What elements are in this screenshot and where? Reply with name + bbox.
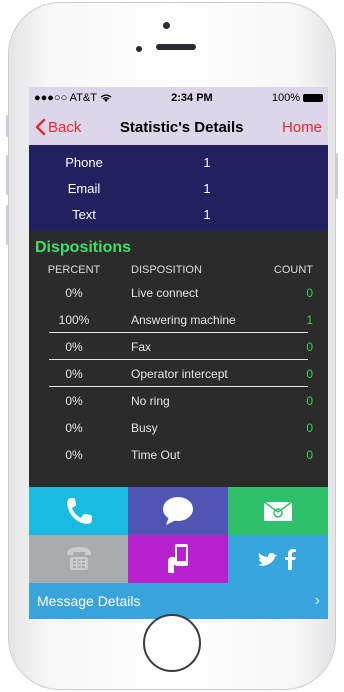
carrier-group: ●●●○○ AT&T — [34, 92, 112, 104]
row-count: 0 — [306, 285, 313, 300]
social-tile[interactable] — [228, 535, 328, 583]
row-percent: 0% — [65, 447, 83, 462]
row-count: 1 — [306, 312, 313, 327]
telephone-keypad-icon — [66, 547, 91, 570]
row-disposition: Live connect — [131, 285, 199, 300]
message-details-label: Message Details — [37, 593, 141, 609]
chevron-right-icon: › — [314, 592, 320, 609]
row-disposition: Time Out — [131, 447, 180, 462]
table-row: 100% Answering machine 1 — [29, 306, 328, 333]
header-percent: PERCENT — [47, 264, 101, 276]
summary-value: 1 — [203, 180, 211, 196]
row-disposition: Operator intercept — [131, 366, 228, 381]
dispositions-heading: Dispositions — [35, 239, 132, 256]
wifi-icon — [100, 93, 112, 102]
chevron-left-icon — [35, 118, 46, 136]
table-header: PERCENT DISPOSITION COUNT — [29, 261, 328, 279]
summary-label: Phone — [65, 154, 103, 170]
row-disposition: Fax — [131, 339, 152, 354]
row-disposition: No ring — [131, 393, 170, 408]
row-disposition: Answering machine — [131, 312, 236, 327]
battery-percent: 100% — [271, 92, 300, 104]
back-button[interactable]: Back — [35, 118, 81, 136]
table-row: 0% No ring 0 — [29, 387, 328, 414]
row-count: 0 — [306, 447, 313, 462]
summary-row-text: Text 1 — [29, 201, 328, 227]
row-percent: 0% — [65, 420, 83, 435]
twitter-facebook-icon — [258, 549, 296, 570]
power-button — [335, 153, 338, 199]
row-percent: 100% — [58, 312, 90, 327]
call-tile[interactable] — [29, 487, 128, 535]
mobile-hand-icon — [168, 544, 188, 573]
volume-down-button — [6, 205, 9, 245]
row-count: 0 — [306, 366, 313, 381]
summary-value: 1 — [203, 206, 211, 222]
table-row: 0% Operator intercept 0 — [29, 360, 328, 387]
summary-label: Email — [67, 180, 101, 196]
back-label: Back — [48, 118, 82, 136]
battery-icon — [303, 94, 323, 102]
row-percent: 0% — [65, 366, 83, 381]
header-disposition: DISPOSITION — [131, 264, 202, 276]
page-title: Statistic's Details — [119, 118, 244, 136]
carrier-label: ●●●○○ AT&T — [34, 92, 97, 104]
volume-up-button — [6, 155, 9, 195]
summary-row-phone: Phone 1 — [29, 149, 328, 175]
app-screen: ●●●○○ AT&T 2:34 PM 100% Back Statistic's… — [29, 87, 328, 619]
message-tile[interactable] — [128, 487, 228, 535]
action-tiles — [29, 487, 328, 583]
status-bar: ●●●○○ AT&T 2:34 PM 100% — [29, 87, 328, 109]
summary-label: Text — [72, 206, 96, 222]
row-count: 0 — [306, 393, 313, 408]
email-icon — [263, 501, 293, 521]
table-row: 0% Live connect 0 — [29, 279, 328, 306]
table-row: 0% Time Out 0 — [29, 441, 328, 468]
table-row: 0% Fax 0 — [29, 333, 328, 360]
summary-row-email: Email 1 — [29, 175, 328, 201]
row-count: 0 — [306, 420, 313, 435]
row-percent: 0% — [65, 393, 83, 408]
phone-icon — [66, 498, 92, 524]
status-time: 2:34 PM — [171, 92, 213, 104]
sensor-dot — [136, 46, 142, 52]
message-details-row[interactable]: Message Details › — [29, 583, 328, 619]
landline-tile[interactable] — [29, 535, 128, 583]
home-button[interactable] — [143, 614, 201, 672]
chat-bubble-icon — [163, 497, 193, 525]
row-disposition: Busy — [131, 420, 158, 435]
summary-panel: Phone 1 Email 1 Text 1 — [29, 145, 328, 231]
mute-switch — [6, 115, 9, 137]
table-row: 0% Busy 0 — [29, 414, 328, 441]
row-percent: 0% — [65, 285, 83, 300]
email-tile[interactable] — [228, 487, 328, 535]
row-count: 0 — [306, 339, 313, 354]
summary-value: 1 — [203, 154, 211, 170]
header-count: COUNT — [273, 264, 313, 276]
nav-bar: Back Statistic's Details Home — [29, 109, 328, 145]
camera-icon — [163, 22, 170, 29]
home-link[interactable]: Home — [282, 119, 322, 136]
earpiece-speaker — [156, 44, 196, 50]
mobile-tile[interactable] — [128, 535, 228, 583]
battery-group: 100% — [272, 92, 323, 104]
row-percent: 0% — [65, 339, 83, 354]
